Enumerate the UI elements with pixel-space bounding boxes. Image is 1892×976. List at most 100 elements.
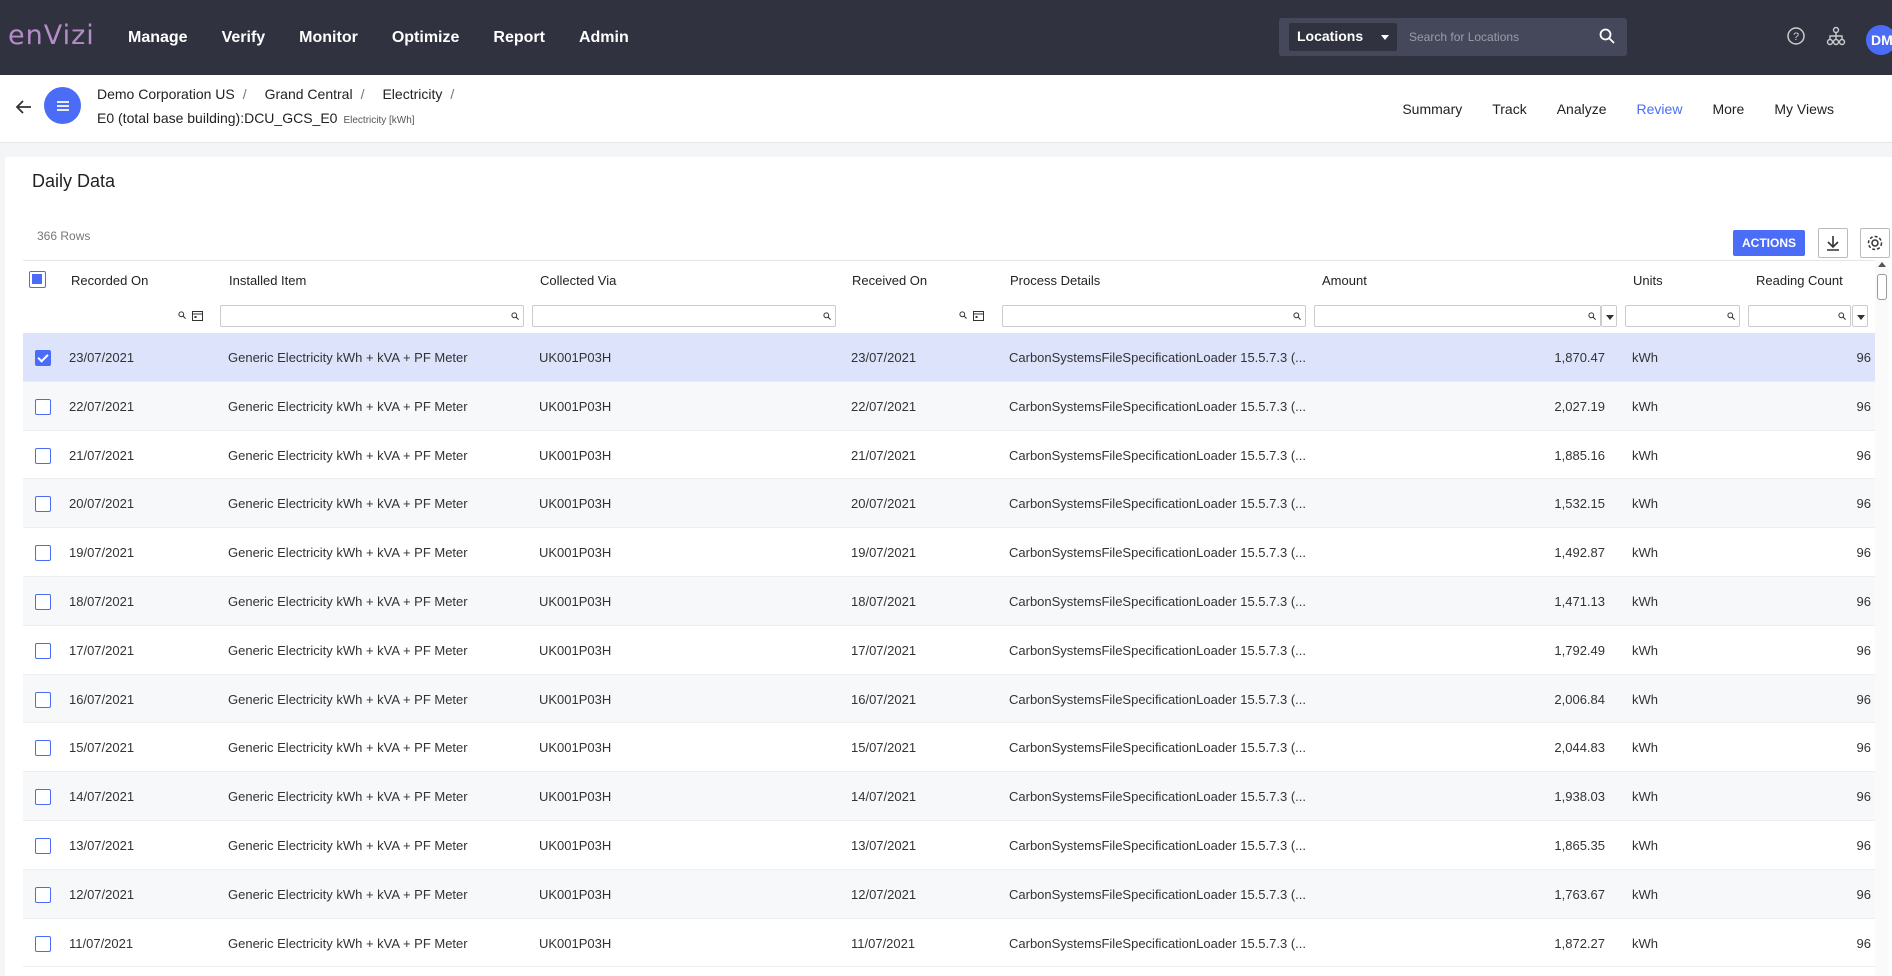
page-title: Daily Data <box>32 171 116 191</box>
tab-more[interactable]: More <box>1712 101 1744 117</box>
amount-filter-dropdown[interactable] <box>1601 305 1617 327</box>
row-checkbox[interactable] <box>35 447 51 464</box>
column-header-reading-count[interactable]: Reading Count <box>1756 273 1843 288</box>
hamburger-menu-button[interactable] <box>44 87 81 124</box>
meter-title: E0 (total base building):DCU_GCS_E0 Elect… <box>97 110 415 126</box>
search-scope-select[interactable]: Locations <box>1289 23 1397 51</box>
nav-manage[interactable]: Manage <box>128 29 188 47</box>
cell-installed-item: Generic Electricity kWh + kVA + PF Meter <box>228 496 468 512</box>
envizi-logo[interactable]: enVizi <box>8 20 95 51</box>
user-avatar[interactable]: DM <box>1866 25 1892 55</box>
nav-report[interactable]: Report <box>493 29 545 47</box>
row-checkbox[interactable] <box>35 837 51 854</box>
hierarchy-icon[interactable] <box>1826 26 1846 46</box>
table-row[interactable]: 18/07/2021 Generic Electricity kWh + kVA … <box>23 576 1875 626</box>
scroll-thumb[interactable] <box>1877 274 1887 300</box>
tab-review[interactable]: Review <box>1637 101 1683 117</box>
data-grid: Recorded On Installed Item Collected Via… <box>23 260 1879 976</box>
grid-header: Recorded On Installed Item Collected Via… <box>23 261 1879 301</box>
table-row[interactable]: 11/07/2021 Generic Electricity kWh + kVA … <box>23 919 1875 968</box>
calendar-icon[interactable] <box>192 310 203 321</box>
cell-recorded-on: 18/07/2021 <box>69 593 135 609</box>
cell-amount: 1,792.49 <box>1554 642 1605 658</box>
nav-optimize[interactable]: Optimize <box>392 29 460 47</box>
actions-button[interactable]: ACTIONS <box>1733 230 1805 256</box>
svg-text:?: ? <box>1793 31 1799 43</box>
row-checkbox[interactable] <box>35 496 51 513</box>
daily-data-card: Daily Data 366 Rows ACTIONS Recorded On … <box>5 157 1892 976</box>
top-bar: enVizi Manage Verify Monitor Optimize Re… <box>0 0 1892 75</box>
location-search: Locations <box>1279 18 1627 56</box>
tab-my-views[interactable]: My Views <box>1774 101 1834 117</box>
cell-process-details: CarbonSystemsFileSpecificationLoader 15.… <box>1009 886 1306 902</box>
column-header-amount[interactable]: Amount <box>1322 273 1367 288</box>
settings-button[interactable] <box>1860 228 1890 258</box>
table-row[interactable]: 16/07/2021 Generic Electricity kWh + kVA … <box>23 674 1875 724</box>
reading-count-filter[interactable] <box>1748 305 1851 327</box>
breadcrumb-organization[interactable]: Demo Corporation US <box>97 86 235 102</box>
row-checkbox[interactable] <box>35 642 51 659</box>
filter-search-icon[interactable] <box>178 311 186 319</box>
nav-monitor[interactable]: Monitor <box>299 29 358 47</box>
units-filter[interactable] <box>1625 305 1740 327</box>
cell-units: kWh <box>1632 740 1658 756</box>
cell-amount: 2,006.84 <box>1554 691 1605 707</box>
vertical-scrollbar[interactable] <box>1875 260 1889 976</box>
table-row[interactable]: 17/07/2021 Generic Electricity kWh + kVA … <box>23 626 1875 675</box>
row-checkbox[interactable] <box>35 350 51 366</box>
row-checkbox[interactable] <box>35 740 51 757</box>
row-checkbox[interactable] <box>35 593 51 610</box>
breadcrumb-type[interactable]: Electricity <box>382 86 442 102</box>
table-row[interactable]: 13/07/2021 Generic Electricity kWh + kVA … <box>23 821 1875 870</box>
cell-received-on: 11/07/2021 <box>851 935 916 951</box>
nav-verify[interactable]: Verify <box>222 29 266 47</box>
table-row[interactable]: 22/07/2021 Generic Electricity kWh + kVA … <box>23 381 1875 431</box>
process-details-filter[interactable] <box>1002 305 1306 327</box>
column-header-collected-via[interactable]: Collected Via <box>540 273 616 288</box>
row-checkbox[interactable] <box>35 789 51 806</box>
table-row[interactable]: 12/07/2021 Generic Electricity kWh + kVA … <box>23 869 1875 919</box>
row-checkbox[interactable] <box>35 886 51 903</box>
scroll-up-arrow-icon[interactable] <box>1878 262 1886 267</box>
row-checkbox[interactable] <box>35 935 51 952</box>
help-icon[interactable]: ? <box>1786 26 1806 46</box>
cell-reading-count: 96 <box>1856 740 1871 756</box>
column-header-process-details[interactable]: Process Details <box>1010 273 1100 288</box>
table-row[interactable]: 19/07/2021 Generic Electricity kWh + kVA … <box>23 528 1875 577</box>
tab-analyze[interactable]: Analyze <box>1557 101 1607 117</box>
search-input[interactable] <box>1403 23 1591 51</box>
breadcrumb-location[interactable]: Grand Central <box>265 86 353 102</box>
nav-admin[interactable]: Admin <box>579 29 629 47</box>
collected-via-filter[interactable] <box>532 305 836 327</box>
reading-count-filter-dropdown[interactable] <box>1852 305 1868 327</box>
column-header-units[interactable]: Units <box>1633 273 1663 288</box>
row-checkbox[interactable] <box>35 691 51 708</box>
calendar-icon[interactable] <box>973 310 984 321</box>
back-arrow-icon[interactable] <box>14 97 34 117</box>
column-header-recorded-on[interactable]: Recorded On <box>71 273 148 288</box>
tab-track[interactable]: Track <box>1492 101 1526 117</box>
breadcrumb-separator: / <box>360 86 365 102</box>
filter-search-icon[interactable] <box>959 311 967 319</box>
cell-reading-count: 96 <box>1856 447 1871 463</box>
installed-item-filter[interactable] <box>220 305 524 327</box>
cell-amount: 2,027.19 <box>1554 398 1605 414</box>
table-row[interactable]: 21/07/2021 Generic Electricity kWh + kVA … <box>23 431 1875 480</box>
table-row[interactable]: 14/07/2021 Generic Electricity kWh + kVA … <box>23 772 1875 821</box>
tab-summary[interactable]: Summary <box>1402 101 1462 117</box>
cell-reading-count: 96 <box>1856 789 1871 805</box>
amount-filter[interactable] <box>1314 305 1601 327</box>
cell-installed-item: Generic Electricity kWh + kVA + PF Meter <box>228 398 468 414</box>
table-row[interactable]: 15/07/2021 Generic Electricity kWh + kVA … <box>23 723 1875 773</box>
download-button[interactable] <box>1818 228 1848 258</box>
select-all-checkbox[interactable] <box>29 271 46 288</box>
search-icon[interactable] <box>1599 28 1615 44</box>
column-header-received-on[interactable]: Received On <box>852 273 927 288</box>
column-header-installed-item[interactable]: Installed Item <box>229 273 306 288</box>
cell-received-on: 14/07/2021 <box>851 789 917 805</box>
row-checkbox[interactable] <box>35 545 51 562</box>
row-checkbox[interactable] <box>35 398 51 415</box>
table-row[interactable]: 23/07/2021 Generic Electricity kWh + kVA … <box>23 333 1875 382</box>
cell-received-on: 19/07/2021 <box>851 545 917 561</box>
table-row[interactable]: 20/07/2021 Generic Electricity kWh + kVA … <box>23 479 1875 529</box>
